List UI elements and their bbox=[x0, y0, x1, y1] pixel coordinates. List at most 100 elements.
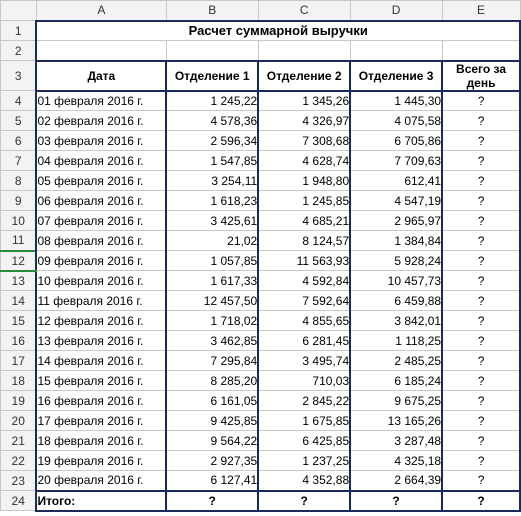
row-header[interactable]: 21 bbox=[1, 431, 37, 451]
date-cell[interactable]: 04 февраля 2016 г. bbox=[36, 151, 166, 171]
row-header[interactable]: 12 bbox=[1, 251, 37, 271]
hdr-date[interactable]: Дата bbox=[36, 61, 166, 91]
col-header-c[interactable]: C bbox=[258, 1, 350, 21]
date-cell[interactable]: 11 февраля 2016 г. bbox=[36, 291, 166, 311]
date-cell[interactable]: 05 февраля 2016 г. bbox=[36, 171, 166, 191]
col-header-e[interactable]: E bbox=[442, 1, 520, 21]
dep1-cell[interactable]: 9 564,22 bbox=[166, 431, 258, 451]
dep2-cell[interactable]: 1 675,85 bbox=[258, 411, 350, 431]
select-all-corner[interactable] bbox=[1, 1, 37, 21]
dep3-cell[interactable]: 7 709,63 bbox=[350, 151, 442, 171]
dep1-cell[interactable]: 6 161,05 bbox=[166, 391, 258, 411]
total-cell[interactable]: ? bbox=[442, 391, 520, 411]
row-header[interactable]: 16 bbox=[1, 331, 37, 351]
footer-d1[interactable]: ? bbox=[166, 491, 258, 511]
total-cell[interactable]: ? bbox=[442, 331, 520, 351]
row-header[interactable]: 2 bbox=[1, 41, 37, 61]
total-cell[interactable]: ? bbox=[442, 111, 520, 131]
dep3-cell[interactable]: 4 325,18 bbox=[350, 451, 442, 471]
date-cell[interactable]: 10 февраля 2016 г. bbox=[36, 271, 166, 291]
dep3-cell[interactable]: 612,41 bbox=[350, 171, 442, 191]
col-header-a[interactable]: A bbox=[36, 1, 166, 21]
dep2-cell[interactable]: 3 495,74 bbox=[258, 351, 350, 371]
dep3-cell[interactable]: 4 547,19 bbox=[350, 191, 442, 211]
dep1-cell[interactable]: 21,02 bbox=[166, 231, 258, 251]
dep1-cell[interactable]: 6 127,41 bbox=[166, 471, 258, 491]
footer-total[interactable]: ? bbox=[442, 491, 520, 511]
total-cell[interactable]: ? bbox=[442, 191, 520, 211]
row-header[interactable]: 20 bbox=[1, 411, 37, 431]
dep1-cell[interactable]: 2 596,34 bbox=[166, 131, 258, 151]
dep2-cell[interactable]: 4 855,65 bbox=[258, 311, 350, 331]
date-cell[interactable]: 17 февраля 2016 г. bbox=[36, 411, 166, 431]
dep2-cell[interactable]: 7 592,64 bbox=[258, 291, 350, 311]
row-header[interactable]: 15 bbox=[1, 311, 37, 331]
row-header[interactable]: 24 bbox=[1, 491, 37, 511]
dep1-cell[interactable]: 9 425,85 bbox=[166, 411, 258, 431]
date-cell[interactable]: 13 февраля 2016 г. bbox=[36, 331, 166, 351]
dep1-cell[interactable]: 3 462,85 bbox=[166, 331, 258, 351]
dep1-cell[interactable]: 1 547,85 bbox=[166, 151, 258, 171]
dep3-cell[interactable]: 6 185,24 bbox=[350, 371, 442, 391]
date-cell[interactable]: 01 февраля 2016 г. bbox=[36, 91, 166, 111]
dep1-cell[interactable]: 1 718,02 bbox=[166, 311, 258, 331]
row-header[interactable]: 11 bbox=[1, 231, 37, 251]
dep3-cell[interactable]: 2 965,97 bbox=[350, 211, 442, 231]
total-cell[interactable]: ? bbox=[442, 251, 520, 271]
total-cell[interactable]: ? bbox=[442, 211, 520, 231]
total-cell[interactable]: ? bbox=[442, 311, 520, 331]
row-header[interactable]: 3 bbox=[1, 61, 37, 91]
date-cell[interactable]: 14 февраля 2016 г. bbox=[36, 351, 166, 371]
date-cell[interactable]: 02 февраля 2016 г. bbox=[36, 111, 166, 131]
dep2-cell[interactable]: 1 237,25 bbox=[258, 451, 350, 471]
dep1-cell[interactable]: 2 927,35 bbox=[166, 451, 258, 471]
total-cell[interactable]: ? bbox=[442, 91, 520, 111]
total-cell[interactable]: ? bbox=[442, 451, 520, 471]
date-cell[interactable]: 15 февраля 2016 г. bbox=[36, 371, 166, 391]
dep2-cell[interactable]: 1 245,85 bbox=[258, 191, 350, 211]
dep3-cell[interactable]: 1 118,25 bbox=[350, 331, 442, 351]
row-header[interactable]: 8 bbox=[1, 171, 37, 191]
spreadsheet[interactable]: A B C D E 1 Расчет суммарной выручки 2 3… bbox=[0, 0, 521, 512]
dep3-cell[interactable]: 9 675,25 bbox=[350, 391, 442, 411]
date-cell[interactable]: 07 февраля 2016 г. bbox=[36, 211, 166, 231]
dep2-cell[interactable]: 6 281,45 bbox=[258, 331, 350, 351]
footer-label[interactable]: Итого: bbox=[36, 491, 166, 511]
blank-cell[interactable] bbox=[258, 41, 350, 61]
date-cell[interactable]: 20 февраля 2016 г. bbox=[36, 471, 166, 491]
row-header[interactable]: 1 bbox=[1, 21, 37, 41]
dep2-cell[interactable]: 7 308,68 bbox=[258, 131, 350, 151]
row-header[interactable]: 18 bbox=[1, 371, 37, 391]
hdr-dep2[interactable]: Отделение 2 bbox=[258, 61, 350, 91]
row-header[interactable]: 4 bbox=[1, 91, 37, 111]
dep1-cell[interactable]: 1 245,22 bbox=[166, 91, 258, 111]
row-header[interactable]: 10 bbox=[1, 211, 37, 231]
row-header[interactable]: 7 bbox=[1, 151, 37, 171]
row-header[interactable]: 14 bbox=[1, 291, 37, 311]
title-cell[interactable]: Расчет суммарной выручки bbox=[36, 21, 520, 41]
dep1-cell[interactable]: 3 425,61 bbox=[166, 211, 258, 231]
row-header[interactable]: 22 bbox=[1, 451, 37, 471]
date-cell[interactable]: 18 февраля 2016 г. bbox=[36, 431, 166, 451]
total-cell[interactable]: ? bbox=[442, 271, 520, 291]
row-header[interactable]: 6 bbox=[1, 131, 37, 151]
dep1-cell[interactable]: 1 617,33 bbox=[166, 271, 258, 291]
dep3-cell[interactable]: 1 384,84 bbox=[350, 231, 442, 251]
total-cell[interactable]: ? bbox=[442, 471, 520, 491]
date-cell[interactable]: 06 февраля 2016 г. bbox=[36, 191, 166, 211]
dep2-cell[interactable]: 8 124,57 bbox=[258, 231, 350, 251]
dep2-cell[interactable]: 710,03 bbox=[258, 371, 350, 391]
dep3-cell[interactable]: 13 165,26 bbox=[350, 411, 442, 431]
total-cell[interactable]: ? bbox=[442, 231, 520, 251]
footer-d2[interactable]: ? bbox=[258, 491, 350, 511]
hdr-dep3[interactable]: Отделение 3 bbox=[350, 61, 442, 91]
dep2-cell[interactable]: 11 563,93 bbox=[258, 251, 350, 271]
dep3-cell[interactable]: 4 075,58 bbox=[350, 111, 442, 131]
dep2-cell[interactable]: 1 345,26 bbox=[258, 91, 350, 111]
blank-cell[interactable] bbox=[442, 41, 520, 61]
col-header-b[interactable]: B bbox=[166, 1, 258, 21]
dep1-cell[interactable]: 1 057,85 bbox=[166, 251, 258, 271]
dep2-cell[interactable]: 4 628,74 bbox=[258, 151, 350, 171]
total-cell[interactable]: ? bbox=[442, 171, 520, 191]
dep1-cell[interactable]: 1 618,23 bbox=[166, 191, 258, 211]
